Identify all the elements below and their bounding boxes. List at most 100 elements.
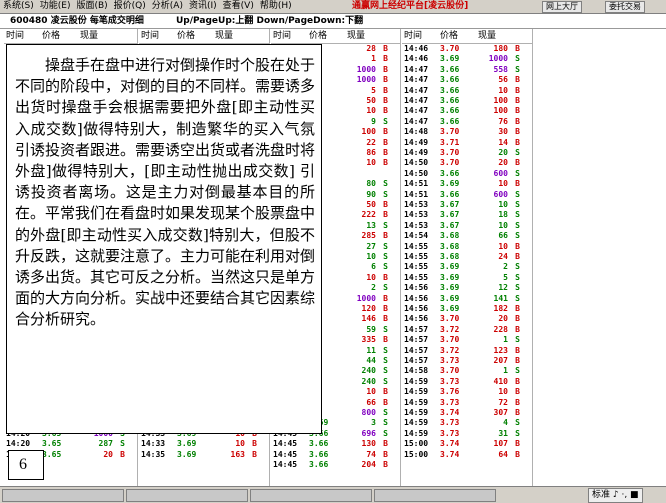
commentary-textbox: 操盘手在盘中进行对倒操作时个股在处于不同的阶段中，对倒的目的不同样。需要诱多出货… bbox=[6, 44, 322, 434]
menu-item-system[interactable]: 系统(S) bbox=[0, 0, 37, 13]
trade-direction: B bbox=[383, 397, 388, 407]
trade-row: 14:47 3.66 10 B bbox=[402, 86, 532, 96]
trade-time: 14:55 bbox=[404, 241, 429, 251]
trade-row: 14:35 3.69 163 B bbox=[139, 450, 269, 460]
trade-volume: 180 bbox=[493, 44, 508, 53]
trade-direction: S bbox=[120, 439, 125, 449]
status-bar: 标准 ♪ ·, ■ bbox=[0, 486, 666, 503]
trade-volume: 335 bbox=[361, 335, 376, 345]
status-segment bbox=[374, 489, 496, 502]
trade-row: 15:00 3.74 107 B bbox=[402, 439, 532, 449]
trade-direction: B bbox=[383, 449, 388, 459]
trade-volume: 86 bbox=[366, 148, 376, 157]
trade-time: 15:00 bbox=[404, 449, 429, 459]
trade-direction: S bbox=[515, 366, 520, 376]
trade-time: 14:55 bbox=[404, 262, 429, 272]
trade-direction: B bbox=[515, 44, 520, 53]
trade-volume: 240 bbox=[361, 366, 376, 376]
trade-price: 3.74 bbox=[440, 449, 460, 459]
trade-row: 14:53 3.67 18 S bbox=[402, 210, 532, 220]
ime-indicator[interactable]: 标准 ♪ ·, ■ bbox=[588, 488, 643, 503]
column-header: 时间 价格 现量 bbox=[271, 29, 400, 44]
trade-price: 3.73 bbox=[440, 356, 460, 365]
trade-direction: B bbox=[252, 439, 257, 449]
trade-row: 14:56 3.70 20 B bbox=[402, 314, 532, 324]
menu-item-view[interactable]: 查看(V) bbox=[220, 0, 257, 13]
trade-row: 14:47 3.66 100 B bbox=[402, 96, 532, 106]
trade-direction: S bbox=[383, 418, 388, 428]
trade-price: 3.69 bbox=[440, 262, 460, 272]
trade-volume: 20 bbox=[103, 449, 113, 459]
trade-time: 14:47 bbox=[404, 116, 429, 126]
trade-direction: B bbox=[515, 158, 520, 168]
trade-volume: 10 bbox=[498, 241, 508, 251]
trade-button[interactable]: 委托交易 bbox=[605, 1, 645, 13]
trade-price: 3.70 bbox=[440, 148, 460, 157]
trade-time: 14:50 bbox=[404, 168, 429, 178]
trade-volume: 50 bbox=[366, 200, 376, 209]
menu-item-function[interactable]: 功能(E) bbox=[37, 0, 74, 13]
trade-time: 14:59 bbox=[404, 387, 429, 397]
trade-price: 3.66 bbox=[440, 85, 460, 95]
trade-price: 3.69 bbox=[440, 304, 460, 313]
trade-volume: 22 bbox=[366, 137, 376, 147]
trade-time: 14:53 bbox=[404, 220, 429, 230]
trade-volume: 100 bbox=[493, 96, 508, 105]
trade-volume: 1 bbox=[371, 54, 376, 64]
trade-row: 14:53 3.67 10 S bbox=[402, 221, 532, 231]
trade-time: 14:56 bbox=[404, 304, 429, 313]
trade-volume: 20 bbox=[498, 148, 508, 157]
trade-direction: S bbox=[515, 272, 520, 282]
menu-item-quote[interactable]: 报价(Q) bbox=[111, 0, 149, 13]
trade-price: 3.70 bbox=[440, 44, 460, 53]
header-time: 时间 bbox=[6, 31, 25, 41]
trade-volume: 10 bbox=[366, 272, 376, 282]
trade-volume: 66 bbox=[366, 397, 376, 407]
trade-direction: B bbox=[383, 387, 388, 397]
trade-direction: B bbox=[515, 116, 520, 126]
menu-item-analysis[interactable]: 分析(A) bbox=[149, 0, 186, 13]
menu-item-info[interactable]: 资讯(I) bbox=[186, 0, 220, 13]
trade-direction: B bbox=[120, 449, 125, 459]
trade-volume: 30 bbox=[498, 127, 508, 137]
menu-item-layout[interactable]: 版面(B) bbox=[73, 0, 110, 13]
trade-direction: B bbox=[515, 387, 520, 397]
trade-time: 14:20 bbox=[6, 439, 31, 449]
trade-volume: 107 bbox=[493, 439, 508, 449]
trade-volume: 10 bbox=[498, 387, 508, 397]
trade-volume: 5 bbox=[371, 85, 376, 95]
online-hall-button[interactable]: 网上大厅 bbox=[542, 1, 582, 13]
trade-price: 3.73 bbox=[440, 418, 460, 428]
trade-direction: B bbox=[383, 314, 388, 324]
stock-title: 600480 凌云股份 每笔成交明细 bbox=[10, 16, 144, 26]
trade-time: 14:45 bbox=[273, 439, 298, 449]
trade-direction: B bbox=[515, 75, 520, 85]
trade-row: 14:45 3.66 130 B bbox=[271, 439, 400, 449]
commentary-text: 操盘手在盘中进行对倒操作时个股在处于不同的阶段中，对倒的目的不同样。需要诱多出货… bbox=[15, 56, 316, 329]
trade-time: 14:57 bbox=[404, 356, 429, 365]
trade-price: 3.66 bbox=[309, 439, 329, 449]
trade-direction: B bbox=[383, 293, 388, 303]
column-header: 时间 价格 现量 bbox=[402, 29, 532, 44]
trade-volume: 10 bbox=[366, 106, 376, 116]
trade-volume: 64 bbox=[498, 449, 508, 459]
trade-direction: S bbox=[383, 324, 388, 334]
trade-direction: S bbox=[515, 335, 520, 345]
header-price: 价格 bbox=[440, 31, 459, 41]
trade-price: 3.76 bbox=[440, 387, 460, 397]
trade-volume: 10 bbox=[366, 252, 376, 261]
trade-price: 3.69 bbox=[440, 179, 460, 189]
trade-price: 3.68 bbox=[440, 241, 460, 251]
trade-volume: 228 bbox=[493, 324, 508, 334]
menu-item-help[interactable]: 帮助(H) bbox=[257, 0, 295, 13]
trade-time: 14:59 bbox=[404, 408, 429, 417]
trade-direction: B bbox=[515, 304, 520, 313]
menu-bar: 系统(S) 功能(E) 版面(B) 报价(Q) 分析(A) 资讯(I) 查看(V) 帮助(H)… bbox=[0, 0, 666, 14]
trade-direction: B bbox=[383, 54, 388, 64]
trade-time: 14:56 bbox=[404, 314, 429, 324]
trade-direction: S bbox=[515, 262, 520, 272]
trade-volume: 5 bbox=[503, 272, 508, 282]
trade-price: 3.66 bbox=[440, 189, 460, 199]
trade-row: 14:20 3.65 287 S bbox=[4, 439, 137, 449]
trade-direction: S bbox=[383, 345, 388, 355]
